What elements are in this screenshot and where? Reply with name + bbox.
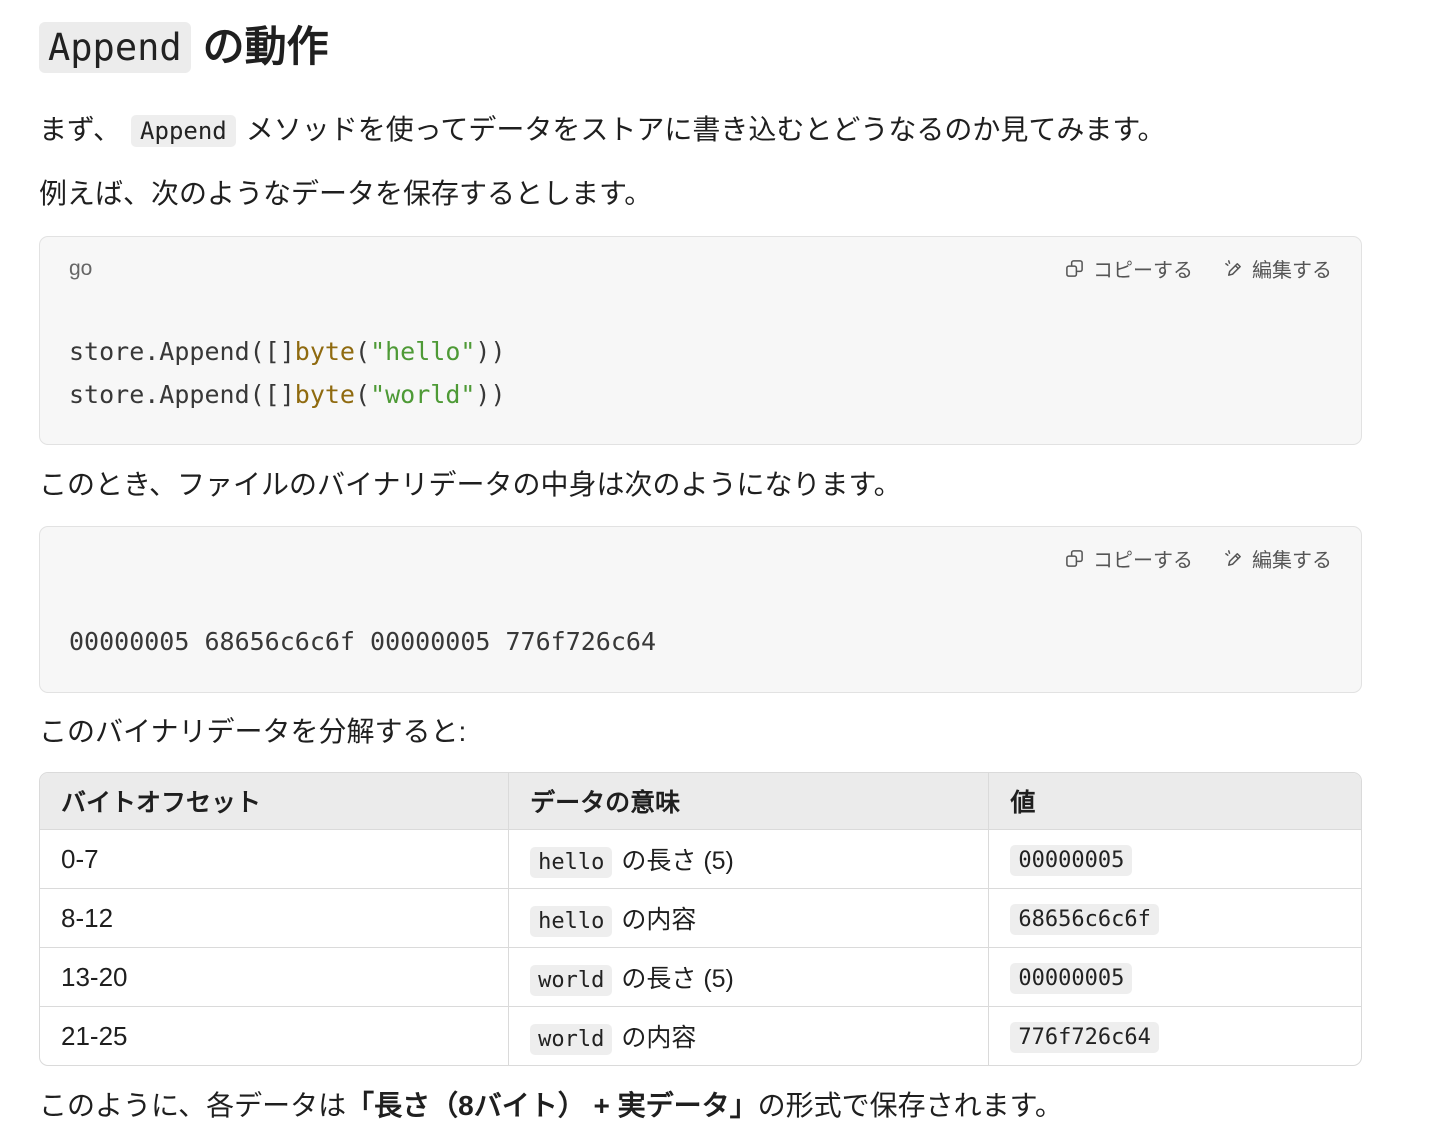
code-line: 00000005 68656c6c6f 00000005 776f726c64 xyxy=(69,620,1332,663)
offset-text: 8-12 xyxy=(61,902,114,933)
code-token: )) xyxy=(475,380,506,409)
code-block-binary: コピーする 編集する 00000005 68656c6c6f 00000005 … xyxy=(39,526,1362,693)
heading-code: Append xyxy=(39,21,191,73)
copy-icon xyxy=(1065,549,1084,568)
conclusion-paragraph: このように、各データは「長さ（8バイト） + 実データ」の形式で保存されます。 xyxy=(39,1084,1362,1128)
code-line: store.Append([]byte("world")) xyxy=(69,373,1332,416)
edit-icon xyxy=(1224,259,1243,278)
value-code: 776f726c64 xyxy=(1010,1021,1159,1053)
header-value: 値 xyxy=(988,773,1361,830)
meaning-text: の内容 xyxy=(621,1024,697,1052)
meaning-cell: world の内容 xyxy=(508,1006,989,1065)
offset-cell: 21-25 xyxy=(40,1006,509,1065)
value-cell: 68656c6c6f xyxy=(988,888,1361,947)
meaning-text: の長さ (5) xyxy=(621,965,734,993)
copy-label: コピーする xyxy=(1093,259,1193,282)
code-language-label: go xyxy=(69,257,93,280)
section-heading: Append の動作 xyxy=(39,18,1362,76)
code-token: ( xyxy=(355,380,371,409)
value-code: 00000005 xyxy=(1010,844,1133,876)
article: Append の動作 まず、 Append メソッドを使ってデータをストアに書き込むと… xyxy=(39,0,1362,1128)
code-line: store.Append([]byte("hello")) xyxy=(69,330,1332,373)
value-code: 00000005 xyxy=(1010,962,1133,994)
edit-button[interactable]: 編集する xyxy=(1224,544,1332,573)
conclusion-bold: 「長さ（8バイト） + 実データ」 xyxy=(346,1090,758,1121)
table-row: 8-12 hello の内容 68656c6c6f xyxy=(40,888,1361,947)
meaning-cell: world の長さ (5) xyxy=(508,947,989,1006)
meaning-code: hello xyxy=(530,847,613,878)
offset-text: 21-25 xyxy=(61,1020,128,1051)
code-toolbar: コピーする 編集する xyxy=(1065,237,1332,299)
copy-icon xyxy=(1065,259,1084,278)
code-block-header: コピーする 編集する xyxy=(40,527,1361,589)
copy-button[interactable]: コピーする xyxy=(1065,254,1193,283)
value-cell: 00000005 xyxy=(988,947,1361,1006)
code-token-type: byte xyxy=(294,337,355,366)
edit-button[interactable]: 編集する xyxy=(1224,254,1332,283)
value-cell: 00000005 xyxy=(988,830,1361,888)
offset-text: 0-7 xyxy=(61,843,99,874)
edit-label: 編集する xyxy=(1252,549,1332,572)
code-toolbar: コピーする 編集する xyxy=(1065,527,1332,589)
code-token: store.Append([] xyxy=(69,337,295,366)
table-row: 0-7 hello の長さ (5) 00000005 xyxy=(40,830,1361,888)
intro-inline-code: Append xyxy=(131,115,236,147)
byte-layout-table: バイトオフセット データの意味 値 0-7 hello の長さ (5) 00000… xyxy=(39,772,1362,1066)
conclusion-after: の形式で保存されます。 xyxy=(757,1090,1063,1121)
meaning-cell: hello の長さ (5) xyxy=(508,830,988,888)
code-token-type: byte xyxy=(294,380,355,409)
conclusion-before: このように、各データは xyxy=(39,1090,347,1121)
meaning-code: hello xyxy=(530,906,613,937)
example-paragraph: 例えば、次のようなデータを保存するとします。 xyxy=(39,178,653,209)
code-token: 00000005 68656c6c6f 00000005 776f726c64 xyxy=(69,627,656,656)
edit-label: 編集する xyxy=(1252,259,1332,282)
table-header-row: バイトオフセット データの意味 値 xyxy=(40,773,1361,830)
code-token: )) xyxy=(475,337,506,366)
offset-text: 13-20 xyxy=(61,961,128,992)
offset-cell: 8-12 xyxy=(40,888,509,947)
binary-paragraph: このとき、ファイルのバイナリデータの中身は次のようになります。 xyxy=(39,469,902,500)
table-row: 21-25 world の内容 776f726c64 xyxy=(40,1006,1361,1065)
code-block-header: go コピーする 編集する xyxy=(40,237,1361,299)
header-offset: バイトオフセット xyxy=(40,773,509,830)
meaning-code: world xyxy=(530,1024,613,1055)
value-code: 68656c6c6f xyxy=(1010,903,1159,935)
intro-before: まず、 xyxy=(39,114,122,145)
breakdown-paragraph: このバイナリデータを分解すると: xyxy=(39,716,467,747)
header-meaning: データの意味 xyxy=(508,773,989,830)
copy-label: コピーする xyxy=(1093,549,1193,572)
offset-cell: 13-20 xyxy=(40,947,509,1006)
value-cell: 776f726c64 xyxy=(988,1006,1361,1065)
meaning-code: world xyxy=(530,965,613,996)
meaning-cell: hello の内容 xyxy=(508,888,989,947)
heading-text: の動作 xyxy=(202,23,329,70)
code-token: store.Append([] xyxy=(69,380,295,409)
table-row: 13-20 world の長さ (5) 00000005 xyxy=(40,947,1361,1006)
intro-after: メソッドを使ってデータをストアに書き込むとどうなるのか見てみます。 xyxy=(245,114,1166,145)
copy-button[interactable]: コピーする xyxy=(1065,544,1193,573)
edit-icon xyxy=(1224,549,1243,568)
code-block-go: go コピーする 編集する store.Append([]byte("hello… xyxy=(39,236,1362,445)
offset-cell: 0-7 xyxy=(40,830,508,888)
intro-paragraph: まず、 Append メソッドを使ってデータをストアに書き込むとどうなるのか見てみま… xyxy=(39,108,1362,153)
code-token: ( xyxy=(355,337,371,366)
code-token-string: "hello" xyxy=(370,337,476,366)
meaning-text: の内容 xyxy=(621,906,697,934)
code-token-string: "world" xyxy=(370,380,476,409)
meaning-text: の長さ (5) xyxy=(621,847,734,875)
